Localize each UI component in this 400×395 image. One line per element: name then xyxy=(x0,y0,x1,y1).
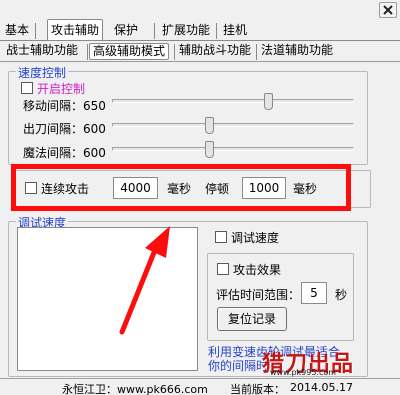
tab-divider xyxy=(216,23,217,39)
debug-speed-checkbox[interactable] xyxy=(215,231,227,243)
tab-divider xyxy=(35,23,36,39)
tab-basic[interactable]: 基本 xyxy=(2,22,32,40)
eval-range-input[interactable]: 5 xyxy=(301,282,327,304)
enable-control-label: 开启控制 xyxy=(37,82,86,96)
subtab-mage-taoist-assist[interactable]: 法道辅助功能 xyxy=(258,43,336,60)
annotation-arrow-icon xyxy=(119,226,170,335)
window-close-button[interactable] xyxy=(379,2,397,18)
speed-control-title: 速度控制 xyxy=(16,64,69,81)
reset-record-button[interactable]: 复位记录 xyxy=(217,307,287,331)
subtab-baseline xyxy=(0,61,400,62)
enable-control-checkbox[interactable] xyxy=(21,82,33,94)
magic-interval-slider-track xyxy=(112,147,354,151)
subtab-advanced-mode[interactable]: 高级辅助模式 xyxy=(89,43,170,60)
subtab-divider xyxy=(174,44,175,60)
tab-attack-assist[interactable]: 攻击辅助 xyxy=(47,19,104,41)
attack-effect-label: 攻击效果 xyxy=(233,263,282,277)
attack-interval-slider-track xyxy=(112,123,354,127)
magic-interval-label: 魔法间隔：600 xyxy=(23,146,106,160)
move-interval-slider-thumb[interactable] xyxy=(264,93,273,110)
move-interval-slider-track xyxy=(112,99,354,103)
debug-speed-label: 调试速度 xyxy=(231,231,280,245)
eval-range-unit: 秒 xyxy=(335,288,348,302)
eval-range-label: 评估时间范围： xyxy=(216,288,301,302)
magic-interval-slider-thumb[interactable] xyxy=(205,141,214,158)
tab-protect[interactable]: 保护 xyxy=(111,22,141,40)
subtab-warrior-assist[interactable]: 战士辅助功能 xyxy=(3,43,81,60)
tab-divider xyxy=(154,23,155,39)
subtab-divider xyxy=(87,44,88,60)
attack-interval-slider-thumb[interactable] xyxy=(205,117,214,134)
subtab-combat-assist[interactable]: 辅助战斗功能 xyxy=(176,43,254,60)
tab-idle[interactable]: 挂机 xyxy=(220,22,250,40)
subtab-divider xyxy=(256,44,257,60)
watermark-logo: 猎刀出品 www.pk995.com xyxy=(262,352,396,382)
attack-interval-label: 出刀间隔：600 xyxy=(23,122,106,136)
watermark-url: www.pk995.com xyxy=(270,368,337,377)
attack-effect-checkbox[interactable] xyxy=(217,263,229,275)
move-interval-label: 移动间隔：650 xyxy=(23,99,106,113)
highlight-annotation-box xyxy=(11,164,351,211)
tab-baseline xyxy=(0,40,400,41)
tab-extensions[interactable]: 扩展功能 xyxy=(159,22,213,40)
close-icon xyxy=(383,5,393,15)
